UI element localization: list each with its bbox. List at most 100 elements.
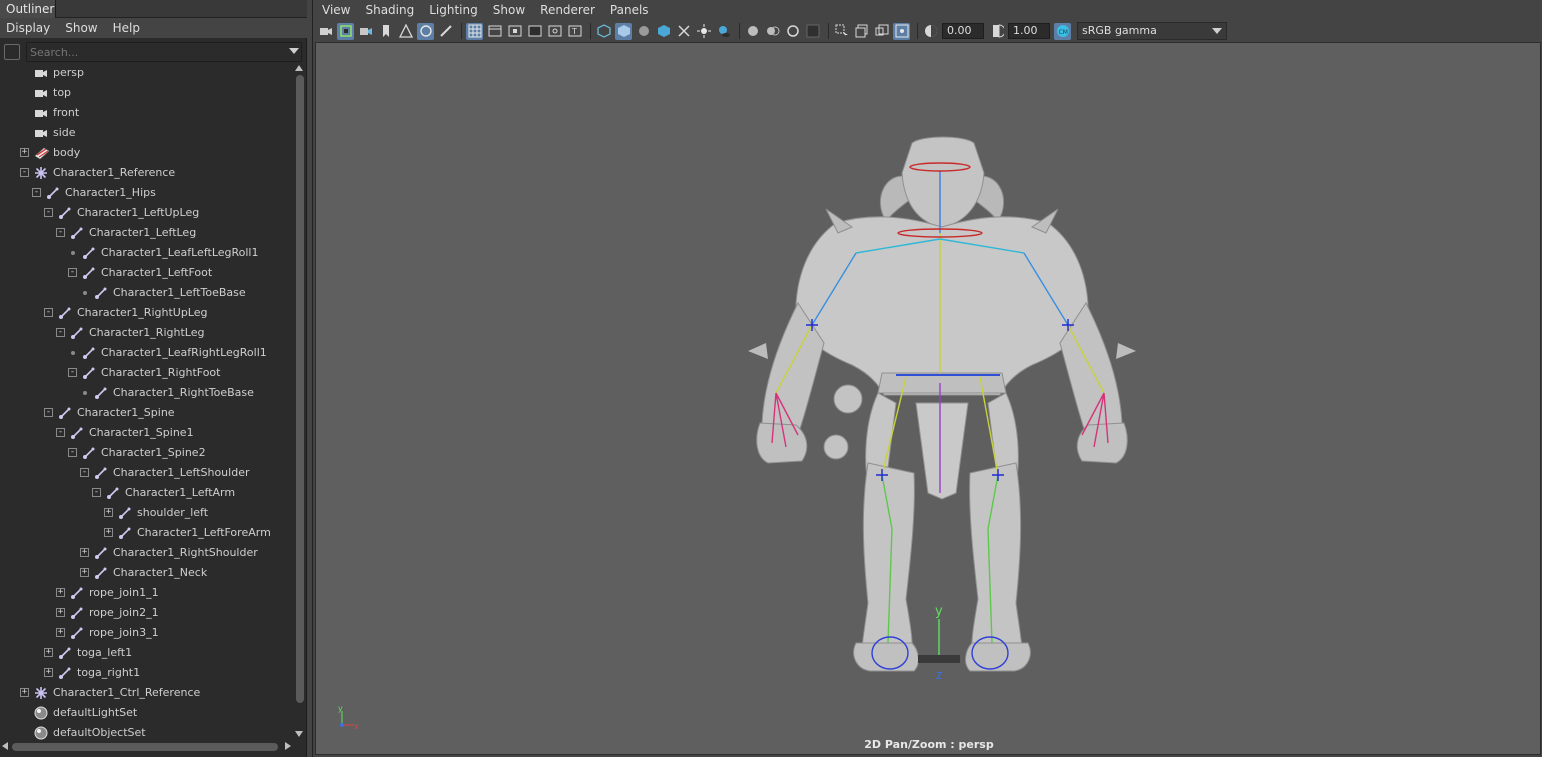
menu-panels[interactable]: Panels: [610, 3, 649, 17]
bookmark-camera-icon[interactable]: [357, 23, 374, 40]
collapse-toggle[interactable]: -: [92, 488, 101, 497]
menu-show[interactable]: Show: [65, 21, 97, 35]
collapse-toggle[interactable]: -: [56, 228, 65, 237]
outliner-item[interactable]: persp: [0, 63, 292, 83]
collapse-toggle[interactable]: -: [56, 428, 65, 437]
xray-active-icon[interactable]: [873, 23, 890, 40]
grid-icon[interactable]: [466, 22, 483, 40]
screen-space-ao-icon[interactable]: [744, 23, 761, 40]
motion-blur-icon[interactable]: [764, 23, 781, 40]
outliner-vertical-scrollbar[interactable]: [293, 63, 306, 741]
wireframe-on-shaded-icon[interactable]: [675, 23, 692, 40]
outliner-item[interactable]: + rope_join1_1: [0, 583, 292, 603]
chevron-down-icon[interactable]: [289, 48, 299, 54]
film-gate-icon[interactable]: [486, 23, 503, 40]
viewport-scene[interactable]: y z y x: [316, 43, 1541, 755]
expand-toggle[interactable]: +: [56, 608, 65, 617]
grease-pencil-icon[interactable]: [437, 23, 454, 40]
outliner-item[interactable]: defaultObjectSet: [0, 723, 292, 741]
exposure-field[interactable]: 0.00: [942, 23, 984, 39]
smooth-shade-icon[interactable]: [615, 22, 632, 40]
gate-mask-icon[interactable]: [526, 23, 543, 40]
outliner-item[interactable]: Character1_LeftToeBase: [0, 283, 292, 303]
expand-toggle[interactable]: +: [80, 568, 89, 577]
outliner-item[interactable]: + Character1_Neck: [0, 563, 292, 583]
outliner-item[interactable]: side: [0, 123, 292, 143]
image-plane-icon[interactable]: [397, 23, 414, 40]
collapse-toggle[interactable]: -: [68, 448, 77, 457]
xray-joints-icon[interactable]: [893, 22, 910, 40]
color-management-icon[interactable]: CM: [1054, 22, 1071, 40]
exposure-icon[interactable]: [922, 23, 939, 40]
collapse-toggle[interactable]: -: [20, 168, 29, 177]
outliner-item[interactable]: Character1_LeafLeftLegRoll1: [0, 243, 292, 263]
scroll-down-icon[interactable]: [295, 731, 303, 737]
shadows-icon[interactable]: [715, 23, 732, 40]
textured-icon[interactable]: [655, 23, 672, 40]
wireframe-icon[interactable]: [595, 23, 612, 40]
collapse-toggle[interactable]: -: [44, 308, 53, 317]
outliner-item[interactable]: - Character1_RightFoot: [0, 363, 292, 383]
collapse-toggle[interactable]: -: [44, 208, 53, 217]
expand-toggle[interactable]: +: [20, 148, 29, 157]
outliner-item[interactable]: + rope_join3_1: [0, 623, 292, 643]
gamma-icon[interactable]: [988, 23, 1005, 40]
outliner-item[interactable]: front: [0, 103, 292, 123]
field-chart-icon[interactable]: [546, 23, 563, 40]
collapse-toggle[interactable]: -: [80, 468, 89, 477]
outliner-horizontal-scrollbar[interactable]: [0, 741, 293, 753]
2d-pan-zoom-icon[interactable]: [417, 22, 434, 40]
outliner-item[interactable]: - Character1_Spine1: [0, 423, 292, 443]
outliner-item[interactable]: + toga_left1: [0, 643, 292, 663]
expand-toggle[interactable]: +: [104, 508, 113, 517]
outliner-item[interactable]: + Character1_RightShoulder: [0, 543, 292, 563]
safe-title-icon[interactable]: T: [566, 23, 583, 40]
expand-toggle[interactable]: +: [80, 548, 89, 557]
camera-attributes-icon[interactable]: [337, 22, 354, 40]
menu-show[interactable]: Show: [493, 3, 525, 17]
scroll-thumb[interactable]: [12, 743, 278, 751]
outliner-item[interactable]: - Character1_Reference: [0, 163, 292, 183]
outliner-item[interactable]: - Character1_RightUpLeg: [0, 303, 292, 323]
xray-icon[interactable]: [853, 23, 870, 40]
scroll-up-icon[interactable]: [295, 65, 303, 71]
3d-viewport[interactable]: y z y x 2D Pan/Zoom : persp: [315, 42, 1541, 755]
menu-display[interactable]: Display: [6, 21, 50, 35]
outliner-item[interactable]: - Character1_RightLeg: [0, 323, 292, 343]
expand-toggle[interactable]: +: [56, 628, 65, 637]
outliner-item[interactable]: - Character1_Spine2: [0, 443, 292, 463]
outliner-item[interactable]: - Character1_LeftArm: [0, 483, 292, 503]
scroll-left-icon[interactable]: [2, 742, 8, 750]
default-material-icon[interactable]: [635, 23, 652, 40]
outliner-item[interactable]: + rope_join2_1: [0, 603, 292, 623]
expand-toggle[interactable]: +: [20, 688, 29, 697]
collapse-toggle[interactable]: -: [56, 328, 65, 337]
bookmark-icon[interactable]: [377, 23, 394, 40]
isolate-select-icon[interactable]: [833, 23, 850, 40]
collapse-toggle[interactable]: -: [68, 368, 77, 377]
expand-toggle[interactable]: +: [44, 668, 53, 677]
scroll-right-icon[interactable]: [285, 742, 291, 750]
menu-view[interactable]: View: [322, 3, 350, 17]
camera-select-icon[interactable]: [317, 23, 334, 40]
expand-toggle[interactable]: +: [44, 648, 53, 657]
menu-lighting[interactable]: Lighting: [429, 3, 478, 17]
lights-icon[interactable]: [695, 23, 712, 40]
resolution-gate-icon[interactable]: [506, 23, 523, 40]
character-mesh[interactable]: [748, 136, 1136, 672]
menu-shading[interactable]: Shading: [365, 3, 414, 17]
expand-toggle[interactable]: +: [104, 528, 113, 537]
expand-toggle[interactable]: +: [56, 588, 65, 597]
outliner-item[interactable]: - Character1_LeftLeg: [0, 223, 292, 243]
outliner-item[interactable]: top: [0, 83, 292, 103]
gamma-field[interactable]: 1.00: [1008, 23, 1050, 39]
outliner-item[interactable]: - Character1_LeftShoulder: [0, 463, 292, 483]
depth-of-field-icon[interactable]: [804, 23, 821, 40]
filter-icon[interactable]: [4, 44, 20, 60]
outliner-item[interactable]: Character1_LeafRightLegRoll1: [0, 343, 292, 363]
outliner-item[interactable]: + body: [0, 143, 292, 163]
menu-renderer[interactable]: Renderer: [540, 3, 595, 17]
outliner-item[interactable]: Character1_RightToeBase: [0, 383, 292, 403]
outliner-item[interactable]: defaultLightSet: [0, 703, 292, 723]
menu-help[interactable]: Help: [113, 21, 140, 35]
